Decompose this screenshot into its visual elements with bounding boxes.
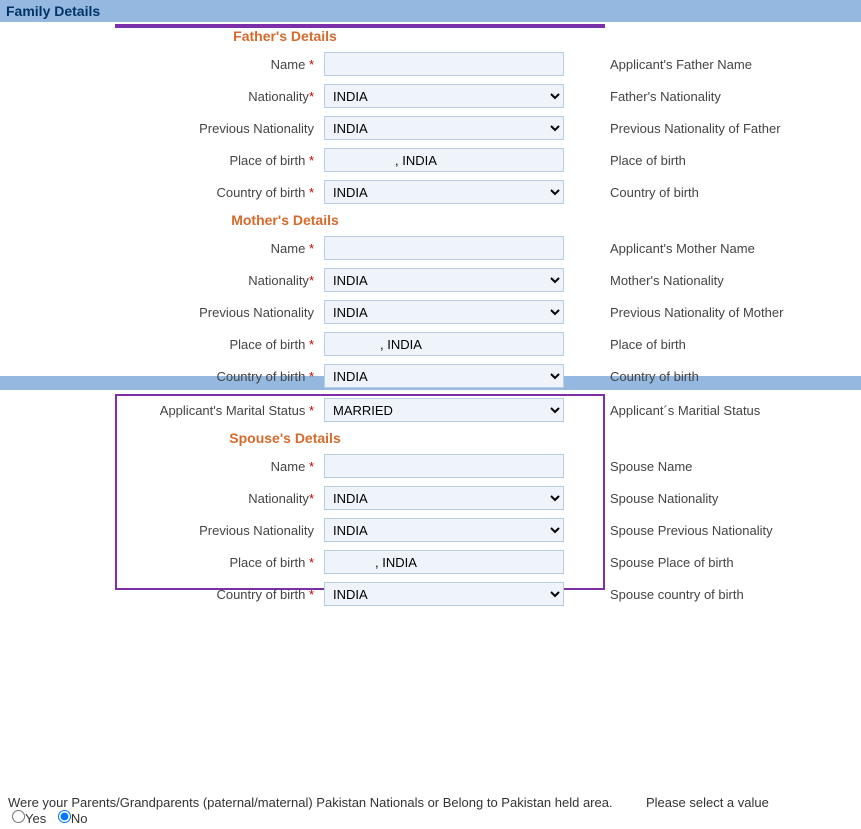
father-nationality-hint: Father's Nationality <box>570 89 861 104</box>
father-cob-label: Country of birth * <box>0 185 320 200</box>
spouse-cob-hint: Spouse country of birth <box>570 587 861 602</box>
father-name-input[interactable] <box>324 52 564 76</box>
marital-status-select[interactable]: MARRIED <box>324 398 564 422</box>
father-nationality-label: Nationality* <box>0 89 320 104</box>
mother-nationality-hint: Mother's Nationality <box>570 273 861 288</box>
pakistan-question-hint: Please select a value <box>628 795 853 810</box>
father-name-label: Name * <box>0 57 320 72</box>
mother-prev-nat-select[interactable]: INDIA <box>324 300 564 324</box>
mother-name-hint: Applicant's Mother Name <box>570 241 861 256</box>
mother-name-input[interactable] <box>324 236 564 260</box>
marital-status-label: Applicant's Marital Status * <box>0 403 320 418</box>
mother-pob-label: Place of birth * <box>0 337 320 352</box>
mother-prev-nat-label: Previous Nationality <box>0 305 320 320</box>
spouse-prev-nat-hint: Spouse Previous Nationality <box>570 523 861 538</box>
father-pob-input[interactable] <box>324 148 564 172</box>
mother-nationality-label: Nationality* <box>0 273 320 288</box>
mother-cob-hint: Country of birth <box>570 369 861 384</box>
spouse-cob-label: Country of birth * <box>0 587 320 602</box>
spouse-nationality-label: Nationality* <box>0 491 320 506</box>
spouse-cob-select[interactable]: INDIA <box>324 582 564 606</box>
pakistan-no-label: No <box>71 811 88 826</box>
spouse-nationality-hint: Spouse Nationality <box>570 491 861 506</box>
spouse-section-title: Spouse's Details <box>0 426 570 450</box>
mother-section-title: Mother's Details <box>0 208 570 232</box>
mother-nationality-select[interactable]: INDIA <box>324 268 564 292</box>
father-section-title: Father's Details <box>0 24 570 48</box>
family-details-header: Family Details <box>0 0 861 22</box>
father-name-hint: Applicant's Father Name <box>570 57 861 72</box>
spouse-pob-input[interactable] <box>324 550 564 574</box>
spouse-pob-label: Place of birth * <box>0 555 320 570</box>
father-prev-nat-hint: Previous Nationality of Father <box>570 121 861 136</box>
marital-status-hint: Applicant´s Maritial Status <box>570 403 861 418</box>
father-prev-nat-select[interactable]: INDIA <box>324 116 564 140</box>
father-nationality-select[interactable]: INDIA <box>324 84 564 108</box>
pakistan-question-text: Were your Parents/Grandparents (paternal… <box>8 795 613 810</box>
mother-prev-nat-hint: Previous Nationality of Mother <box>570 305 861 320</box>
spouse-name-label: Name * <box>0 459 320 474</box>
pakistan-no-radio[interactable] <box>58 810 71 823</box>
father-cob-hint: Country of birth <box>570 185 861 200</box>
spouse-prev-nat-label: Previous Nationality <box>0 523 320 538</box>
spouse-pob-hint: Spouse Place of birth <box>570 555 861 570</box>
father-prev-nat-label: Previous Nationality <box>0 121 320 136</box>
spouse-prev-nat-select[interactable]: INDIA <box>324 518 564 542</box>
spouse-nationality-select[interactable]: INDIA <box>324 486 564 510</box>
father-pob-label: Place of birth * <box>0 153 320 168</box>
mother-cob-label: Country of birth * <box>0 369 320 384</box>
pakistan-yes-label: Yes <box>25 811 46 826</box>
father-cob-select[interactable]: INDIA <box>324 180 564 204</box>
father-pob-hint: Place of birth <box>570 153 861 168</box>
spouse-name-hint: Spouse Name <box>570 459 861 474</box>
pakistan-yes-radio[interactable] <box>12 810 25 823</box>
mother-cob-select[interactable]: INDIA <box>324 364 564 388</box>
mother-pob-input[interactable] <box>324 332 564 356</box>
spouse-name-input[interactable] <box>324 454 564 478</box>
mother-name-label: Name * <box>0 241 320 256</box>
mother-pob-hint: Place of birth <box>570 337 861 352</box>
